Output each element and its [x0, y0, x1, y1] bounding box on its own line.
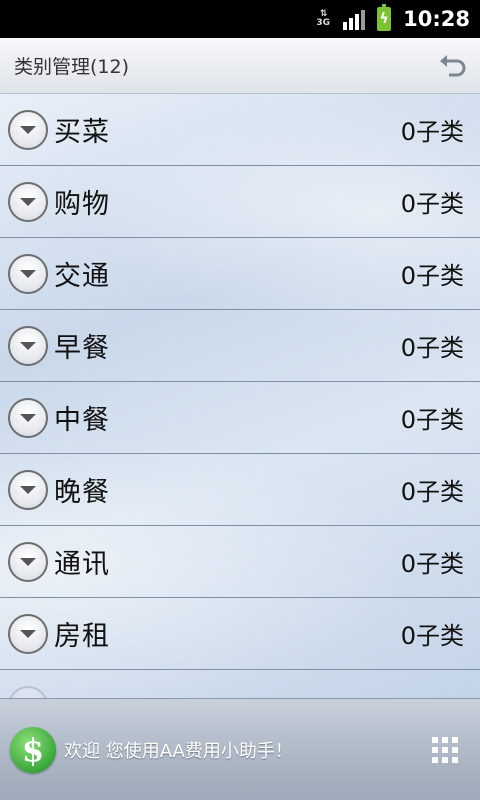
list-item[interactable]: 通讯 0子类 [0, 526, 480, 598]
chevron-down-icon[interactable] [8, 325, 48, 366]
chevron-down-icon[interactable] [8, 469, 48, 510]
chevron-down-icon[interactable] [8, 109, 48, 150]
dollar-icon[interactable]: $ [10, 726, 56, 773]
signal-icon [343, 8, 366, 30]
category-name: 晚餐 [54, 477, 110, 508]
category-name: 中餐 [54, 405, 110, 436]
subcategory-count: 0子类 [400, 550, 464, 578]
chevron-down-icon[interactable] [8, 397, 48, 438]
title-bar: 类别管理(12) [0, 38, 480, 94]
3g-icon: ⇅ 3G [316, 9, 330, 28]
subcategory-count: 0子类 [400, 334, 464, 362]
subcategory-count: 0子类 [400, 406, 464, 434]
bottom-bar: $ 欢迎 您使用AA费用小助手！ [0, 698, 480, 800]
category-name: 购物 [54, 189, 110, 220]
subcategory-count: 0子类 [400, 190, 464, 218]
subcategory-count: 0子类 [400, 622, 464, 650]
subcategory-count: 0子类 [400, 478, 464, 506]
list-item[interactable]: 购物 0子类 [0, 166, 480, 238]
status-bar: ⇅ 3G ϟ 10:28 [0, 0, 480, 38]
welcome-message: 欢迎 您使用AA费用小助手！ [64, 740, 293, 762]
back-icon[interactable] [438, 51, 468, 81]
list-item[interactable]: 交通 0子类 [0, 238, 480, 310]
list-item[interactable]: 早餐 0子类 [0, 310, 480, 382]
status-time: 10:28 [403, 7, 470, 31]
grid-menu-icon[interactable] [432, 736, 458, 763]
category-name: 通讯 [54, 549, 110, 580]
chevron-down-icon[interactable] [8, 541, 48, 582]
category-list[interactable]: 买菜 0子类 购物 0子类 交通 0子类 早餐 0子类 中餐 0子类 晚餐 0子… [0, 94, 480, 698]
category-name: 房租 [54, 621, 110, 652]
list-item[interactable]: 晚餐 0子类 [0, 454, 480, 526]
category-name: 交通 [54, 261, 110, 292]
battery-charging-icon: ϟ [377, 4, 392, 31]
list-item[interactable]: 中餐 0子类 [0, 382, 480, 454]
chevron-down-icon[interactable] [8, 181, 48, 222]
category-name: 买菜 [54, 117, 110, 148]
chevron-down-icon[interactable] [8, 613, 48, 654]
chevron-down-icon[interactable] [8, 253, 48, 294]
chevron-down-icon[interactable] [8, 685, 48, 698]
subcategory-count: 0子类 [400, 118, 464, 146]
list-item-partial[interactable] [0, 670, 480, 698]
subcategory-count: 0子类 [400, 262, 464, 290]
page-title: 类别管理(12) [14, 56, 130, 78]
list-item[interactable]: 房租 0子类 [0, 598, 480, 670]
list-item[interactable]: 买菜 0子类 [0, 94, 480, 166]
category-name: 早餐 [54, 333, 110, 364]
